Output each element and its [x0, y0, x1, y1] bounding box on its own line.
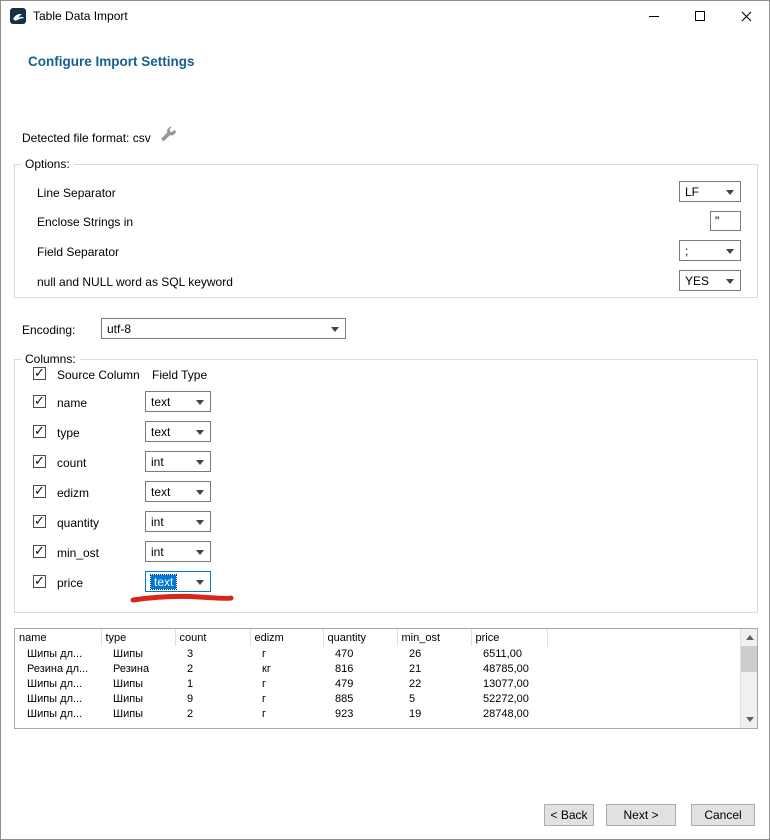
chevron-down-icon	[196, 580, 204, 585]
preview-header: type	[101, 629, 175, 646]
annotation-underline	[129, 592, 235, 604]
preview-header: edizm	[250, 629, 323, 646]
encoding-select[interactable]: utf-8	[101, 318, 346, 339]
chevron-down-icon	[726, 190, 734, 195]
detected-format-label: Detected file format: csv	[22, 131, 151, 145]
checkbox-min-ost[interactable]	[33, 545, 46, 558]
table-row[interactable]: Шипы дл...Шипы 2г 92319 28748,00	[15, 706, 740, 721]
enclose-strings-label: Enclose Strings in	[37, 215, 133, 229]
checkbox-edizm[interactable]	[33, 485, 46, 498]
preview-header: price	[471, 629, 547, 646]
line-separator-label: Line Separator	[37, 186, 116, 200]
options-legend: Options:	[21, 157, 74, 171]
checkbox-price[interactable]	[33, 575, 46, 588]
field-type-select-type[interactable]: text	[145, 421, 211, 442]
source-column-header: Source Column	[57, 368, 140, 382]
app-icon	[10, 8, 26, 24]
column-label-name: name	[57, 396, 87, 410]
options-group: Options: Line Separator LF Enclose Strin…	[14, 164, 758, 298]
field-type-select-count[interactable]: int	[145, 451, 211, 472]
column-label-edizm: edizm	[57, 486, 89, 500]
table-data-import-window: Table Data Import Configure Import Setti…	[0, 0, 770, 840]
select-all-checkbox[interactable]	[33, 367, 46, 380]
chevron-down-icon	[726, 249, 734, 254]
chevron-down-icon	[196, 400, 204, 405]
null-keyword-select[interactable]: YES	[679, 270, 741, 291]
chevron-down-icon	[726, 279, 734, 284]
scroll-down-button[interactable]	[741, 711, 758, 728]
field-type-select-name[interactable]: text	[145, 391, 211, 412]
column-label-price: price	[57, 576, 83, 590]
chevron-down-icon	[196, 490, 204, 495]
checkbox-name[interactable]	[33, 395, 46, 408]
close-button[interactable]	[723, 1, 769, 31]
scrollbar-thumb[interactable]	[741, 646, 758, 672]
vertical-scrollbar[interactable]	[740, 629, 757, 728]
null-keyword-label: null and NULL word as SQL keyword	[37, 275, 233, 289]
field-separator-label: Field Separator	[37, 245, 119, 259]
enclose-strings-input[interactable]	[710, 211, 741, 231]
triangle-down-icon	[746, 717, 754, 722]
checkbox-quantity[interactable]	[33, 515, 46, 528]
maximize-button[interactable]	[677, 1, 723, 31]
maximize-icon	[695, 11, 705, 21]
scroll-up-button[interactable]	[741, 629, 758, 646]
field-separator-select[interactable]: ;	[679, 240, 741, 261]
titlebar[interactable]: Table Data Import	[1, 1, 769, 31]
preview-header: quantity	[323, 629, 397, 646]
preview-header	[547, 629, 740, 646]
chevron-down-icon	[196, 430, 204, 435]
table-row[interactable]: Шипы дл...Шипы 3г 47026 6511,00	[15, 646, 740, 661]
cancel-button[interactable]: Cancel	[691, 804, 755, 826]
chevron-down-icon	[196, 520, 204, 525]
preview-header: name	[15, 629, 101, 646]
column-label-count: count	[57, 456, 86, 470]
back-button[interactable]: < Back	[544, 804, 594, 826]
column-label-min-ost: min_ost	[57, 546, 99, 560]
preview-table: name type count edizm quantity min_ost p…	[14, 628, 758, 729]
minimize-icon	[649, 16, 659, 17]
chevron-down-icon	[196, 460, 204, 465]
encoding-label: Encoding:	[22, 323, 75, 337]
field-type-select-quantity[interactable]: int	[145, 511, 211, 532]
minimize-button[interactable]	[631, 1, 677, 31]
preview-header-row: name type count edizm quantity min_ost p…	[15, 629, 740, 646]
checkbox-type[interactable]	[33, 425, 46, 438]
preview-header: count	[175, 629, 250, 646]
window-title: Table Data Import	[33, 9, 128, 23]
field-type-select-price[interactable]: text	[145, 571, 211, 592]
field-type-select-edizm[interactable]: text	[145, 481, 211, 502]
checkbox-count[interactable]	[33, 455, 46, 468]
close-icon	[741, 11, 752, 22]
preview-header: min_ost	[397, 629, 471, 646]
field-type-header: Field Type	[152, 368, 207, 382]
columns-legend: Columns:	[21, 352, 80, 366]
columns-group: Columns: Source Column Field Type name t…	[14, 359, 758, 613]
next-button[interactable]: Next >	[606, 804, 676, 826]
line-separator-select[interactable]: LF	[679, 181, 741, 202]
field-type-select-min-ost[interactable]: int	[145, 541, 211, 562]
page-title: Configure Import Settings	[28, 54, 195, 69]
chevron-down-icon	[331, 327, 339, 332]
table-row[interactable]: Шипы дл...Шипы 9г 8855 52272,00	[15, 691, 740, 706]
column-label-type: type	[57, 426, 80, 440]
chevron-down-icon	[196, 550, 204, 555]
triangle-up-icon	[746, 635, 754, 640]
column-label-quantity: quantity	[57, 516, 99, 530]
wrench-icon[interactable]	[159, 126, 177, 144]
table-row[interactable]: Шипы дл...Шипы 1г 47922 13077,00	[15, 676, 740, 691]
table-row[interactable]: Резина дл...Резина 2кг 81621 48785,00	[15, 661, 740, 676]
